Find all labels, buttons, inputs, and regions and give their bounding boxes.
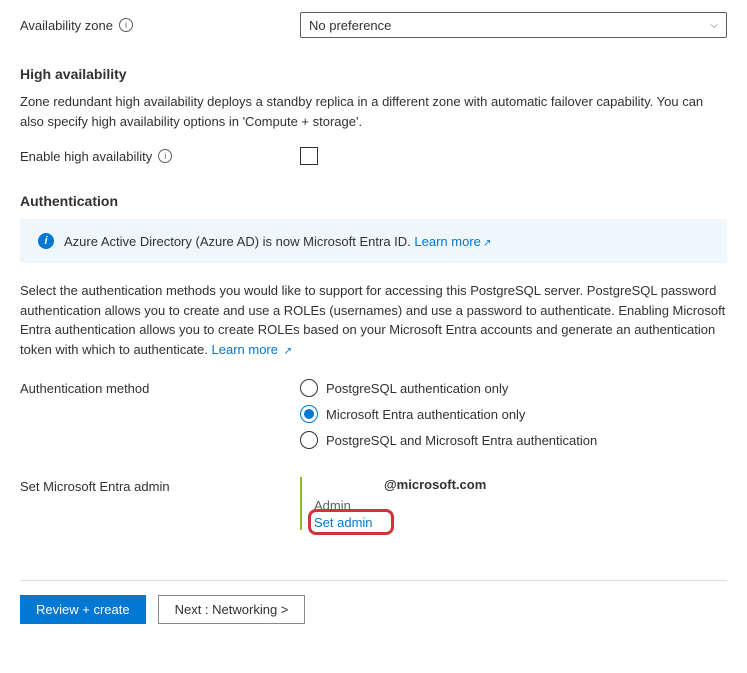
radio-entra-only-label: Microsoft Entra authentication only: [326, 407, 525, 422]
chevron-down-icon: ⌵: [710, 20, 718, 31]
next-networking-button[interactable]: Next : Networking >: [158, 595, 306, 624]
external-link-icon: ↗: [284, 346, 292, 357]
enable-ha-row: Enable high availability i: [20, 147, 727, 165]
set-admin-label-col: Set Microsoft Entra admin: [20, 477, 300, 494]
auth-learn-more-text: Learn more: [212, 342, 278, 357]
review-create-button[interactable]: Review + create: [20, 595, 146, 624]
admin-block: @microsoft.com Admin Set admin: [300, 477, 727, 530]
admin-email: @microsoft.com: [384, 477, 727, 492]
enable-ha-label-col: Enable high availability i: [20, 149, 300, 164]
radio-both-label: PostgreSQL and Microsoft Entra authentic…: [326, 433, 597, 448]
authentication-description: Select the authentication methods you wo…: [20, 281, 727, 359]
availability-zone-row: Availability zone i No preference ⌵: [20, 12, 727, 38]
auth-method-label: Authentication method: [20, 381, 149, 396]
availability-zone-select[interactable]: No preference ⌵: [300, 12, 727, 38]
entra-info-banner: i Azure Active Directory (Azure AD) is n…: [20, 219, 727, 263]
auth-learn-more-link[interactable]: Learn more ↗: [212, 342, 293, 357]
auth-method-label-col: Authentication method: [20, 379, 300, 396]
radio-entra-only[interactable]: Microsoft Entra authentication only: [300, 405, 727, 423]
availability-zone-label-col: Availability zone i: [20, 18, 300, 33]
auth-method-row: Authentication method PostgreSQL authent…: [20, 379, 727, 457]
radio-pg-only-label: PostgreSQL authentication only: [326, 381, 508, 396]
radio-both[interactable]: PostgreSQL and Microsoft Entra authentic…: [300, 431, 727, 449]
enable-ha-checkbox[interactable]: [300, 147, 318, 165]
enable-ha-label: Enable high availability: [20, 149, 152, 164]
footer-bar: Review + create Next : Networking >: [20, 580, 727, 624]
high-availability-description: Zone redundant high availability deploys…: [20, 92, 727, 131]
set-admin-row: Set Microsoft Entra admin @microsoft.com…: [20, 477, 727, 530]
availability-zone-value: No preference: [309, 18, 391, 33]
info-icon[interactable]: i: [119, 18, 133, 32]
admin-sub-label: Admin: [314, 498, 727, 513]
availability-zone-label: Availability zone: [20, 18, 113, 33]
entra-banner-link-text: Learn more: [414, 234, 480, 249]
info-icon[interactable]: i: [158, 149, 172, 163]
radio-icon: [300, 405, 318, 423]
entra-banner-text: Azure Active Directory (Azure AD) is now…: [64, 234, 491, 249]
high-availability-heading: High availability: [20, 66, 727, 82]
entra-banner-message: Azure Active Directory (Azure AD) is now…: [64, 234, 414, 249]
radio-icon: [300, 431, 318, 449]
info-icon: i: [38, 233, 54, 249]
external-link-icon: ↗: [483, 238, 491, 249]
auth-method-options: PostgreSQL authentication only Microsoft…: [300, 379, 727, 457]
authentication-heading: Authentication: [20, 193, 727, 209]
set-admin-label: Set Microsoft Entra admin: [20, 479, 170, 494]
entra-banner-learn-more-link[interactable]: Learn more↗: [414, 234, 491, 249]
radio-pg-only[interactable]: PostgreSQL authentication only: [300, 379, 727, 397]
set-admin-link[interactable]: Set admin: [314, 515, 373, 530]
radio-icon: [300, 379, 318, 397]
authentication-desc-text: Select the authentication methods you wo…: [20, 283, 725, 357]
